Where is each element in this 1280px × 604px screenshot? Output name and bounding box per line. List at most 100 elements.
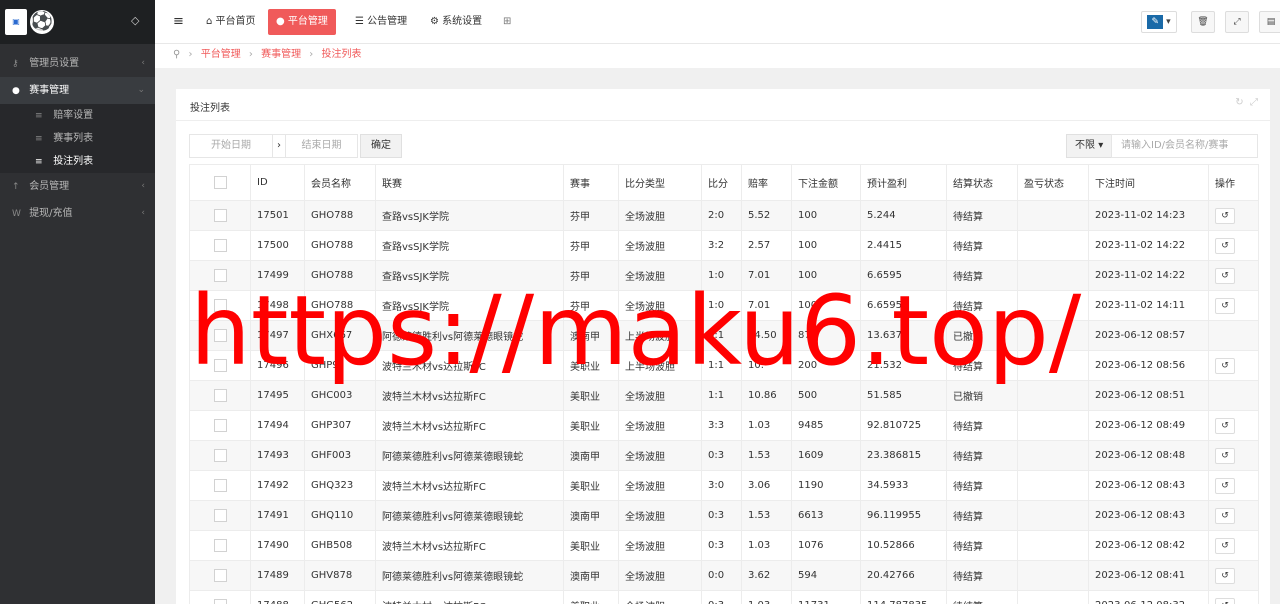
sidebar-item-admin-settings[interactable]: ⚷ 管理员设置 ‹ xyxy=(0,50,155,77)
settle-icon[interactable]: ↺ xyxy=(1215,597,1235,604)
settle-icon[interactable]: ↺ xyxy=(1215,297,1235,314)
table-cell: 92.810725 xyxy=(860,410,947,441)
row-checkbox[interactable] xyxy=(213,539,227,552)
select-all-checkbox-cell[interactable] xyxy=(189,164,251,201)
row-checkbox[interactable] xyxy=(213,299,227,312)
table-cell: 波特兰木材vs达拉斯FC xyxy=(375,350,564,381)
settle-icon[interactable]: ↺ xyxy=(1215,417,1235,434)
row-checkbox-cell[interactable] xyxy=(189,470,251,501)
table-cell: 3:3 xyxy=(701,410,742,441)
row-checkbox-cell[interactable] xyxy=(189,230,251,261)
table-cell: 2023-06-12 08:32 xyxy=(1088,590,1209,604)
breadcrumb-item[interactable]: 平台管理 xyxy=(201,49,241,60)
menu-toggle-icon[interactable]: ≡ xyxy=(165,9,192,35)
fullscreen-icon[interactable]: ⤢ xyxy=(1225,11,1249,33)
end-date-input[interactable]: 结束日期 xyxy=(285,134,358,158)
settle-icon[interactable]: ↺ xyxy=(1215,567,1235,584)
row-checkbox[interactable] xyxy=(213,599,227,604)
row-checkbox[interactable] xyxy=(213,389,227,402)
table-cell xyxy=(1017,380,1089,411)
search-input[interactable]: 请输入ID/会员名称/赛事 xyxy=(1111,134,1258,158)
table-cell: 3.06 xyxy=(741,470,792,501)
row-checkbox-cell[interactable] xyxy=(189,590,251,604)
sidebar-subitem-match-list[interactable]: ≡ 赛事列表 xyxy=(0,127,155,150)
table-cell: 17499 xyxy=(250,260,305,291)
table-cell xyxy=(1017,500,1089,531)
tab-announcement-management[interactable]: ☰ 公告管理 xyxy=(347,9,415,35)
table-cell: 波特兰木材vs达拉斯FC xyxy=(375,410,564,441)
table-cell: 17492 xyxy=(250,470,305,501)
tab-platform-home[interactable]: ⌂ 平台首页 xyxy=(198,9,264,35)
start-date-input[interactable]: 开始日期 xyxy=(189,134,273,158)
row-checkbox-cell[interactable] xyxy=(189,500,251,531)
action-cell: ↺ xyxy=(1208,560,1259,591)
list-icon: ≡ xyxy=(35,157,43,167)
row-checkbox-cell[interactable] xyxy=(189,530,251,561)
bet-table: ID 会员名称 联赛 赛事 比分类型 比分 赔率 下注金额 预计盈利 结算状态 … xyxy=(189,164,1259,604)
row-checkbox[interactable] xyxy=(213,509,227,522)
row-checkbox-cell[interactable] xyxy=(189,320,251,351)
table-cell: 待结算 xyxy=(946,500,1018,531)
action-cell: ↺ xyxy=(1208,440,1259,471)
row-checkbox-cell[interactable] xyxy=(189,350,251,381)
action-cell xyxy=(1208,320,1259,351)
row-checkbox-cell[interactable] xyxy=(189,290,251,321)
sidebar-item-withdraw-recharge[interactable]: W 提现/充值 ‹ xyxy=(0,200,155,227)
confirm-button[interactable]: 确定 xyxy=(360,134,402,158)
table-cell: 5.244 xyxy=(860,200,947,231)
sidebar-subitem-bet-list[interactable]: ≡ 投注列表 xyxy=(0,150,155,173)
row-checkbox[interactable] xyxy=(213,209,227,222)
table-row: 17492 GHQ323 波特兰木材vs达拉斯FC 美职业 全场波胆 3:0 3.06 119… xyxy=(189,470,1259,501)
row-checkbox-cell[interactable] xyxy=(189,410,251,441)
table-cell: 6613 xyxy=(791,500,861,531)
settle-icon[interactable]: ↺ xyxy=(1215,357,1235,374)
table-cell: 2023-06-12 08:41 xyxy=(1088,560,1209,591)
row-checkbox[interactable] xyxy=(213,449,227,462)
refresh-icon[interactable]: ↻ xyxy=(1235,97,1243,108)
settle-icon[interactable]: ↺ xyxy=(1215,507,1235,524)
settle-icon[interactable]: ↺ xyxy=(1215,447,1235,464)
row-checkbox-cell[interactable] xyxy=(189,260,251,291)
sidebar-item-match-management[interactable]: ● 赛事管理 ⌄ xyxy=(0,77,155,104)
divider xyxy=(176,120,1270,121)
row-checkbox-cell[interactable] xyxy=(189,200,251,231)
row-checkbox-cell[interactable] xyxy=(189,560,251,591)
settle-icon[interactable]: ↺ xyxy=(1215,207,1235,224)
row-checkbox[interactable] xyxy=(213,239,227,252)
tab-system-settings[interactable]: ⚙ 系统设置 xyxy=(422,9,490,35)
grid-icon[interactable]: ⊞ xyxy=(495,9,519,35)
table-cell: 澳南甲 xyxy=(563,500,619,531)
settle-icon[interactable]: ↺ xyxy=(1215,267,1235,284)
row-checkbox[interactable] xyxy=(213,419,227,432)
settle-icon[interactable]: ↺ xyxy=(1215,477,1235,494)
settings-panel-icon[interactable]: ▤ xyxy=(1259,11,1280,33)
row-checkbox-cell[interactable] xyxy=(189,440,251,471)
table-cell: 2023-06-12 08:48 xyxy=(1088,440,1209,471)
breadcrumb-item[interactable]: 投注列表 xyxy=(321,49,361,60)
select-all-checkbox[interactable] xyxy=(213,176,227,189)
row-checkbox[interactable] xyxy=(213,569,227,582)
row-checkbox[interactable] xyxy=(213,359,227,372)
table-cell: 0:3 xyxy=(701,500,742,531)
row-checkbox-cell[interactable] xyxy=(189,380,251,411)
logo-icon[interactable]: ▣ xyxy=(5,9,27,35)
sidebar-subitem-odds-settings[interactable]: ≡ 赔率设置 xyxy=(0,104,155,127)
table-cell xyxy=(1017,590,1089,604)
breadcrumb-item[interactable]: 赛事管理 xyxy=(261,49,301,60)
expand-icon[interactable]: ⤢ xyxy=(1250,97,1258,108)
table-cell: 7.01 xyxy=(741,290,792,321)
theme-dropdown[interactable]: ✎ ▾ xyxy=(1141,11,1177,33)
row-checkbox[interactable] xyxy=(213,269,227,282)
status-filter-dropdown[interactable]: 不限 ▾ xyxy=(1066,134,1113,158)
sidebar-item-member-management[interactable]: ↑ 会员管理 ‹ xyxy=(0,173,155,200)
tab-platform-management[interactable]: ● 平台管理 xyxy=(268,9,336,35)
table-cell: 10.86 xyxy=(741,380,792,411)
droplet-icon[interactable]: ◇ xyxy=(131,14,139,27)
settle-icon[interactable]: ↺ xyxy=(1215,537,1235,554)
row-checkbox[interactable] xyxy=(213,479,227,492)
row-checkbox[interactable] xyxy=(213,329,227,342)
table-cell: 100 xyxy=(791,260,861,291)
trash-icon[interactable]: 🗑 xyxy=(1191,11,1215,33)
settle-icon[interactable]: ↺ xyxy=(1215,237,1235,254)
table-cell: 待结算 xyxy=(946,200,1018,231)
